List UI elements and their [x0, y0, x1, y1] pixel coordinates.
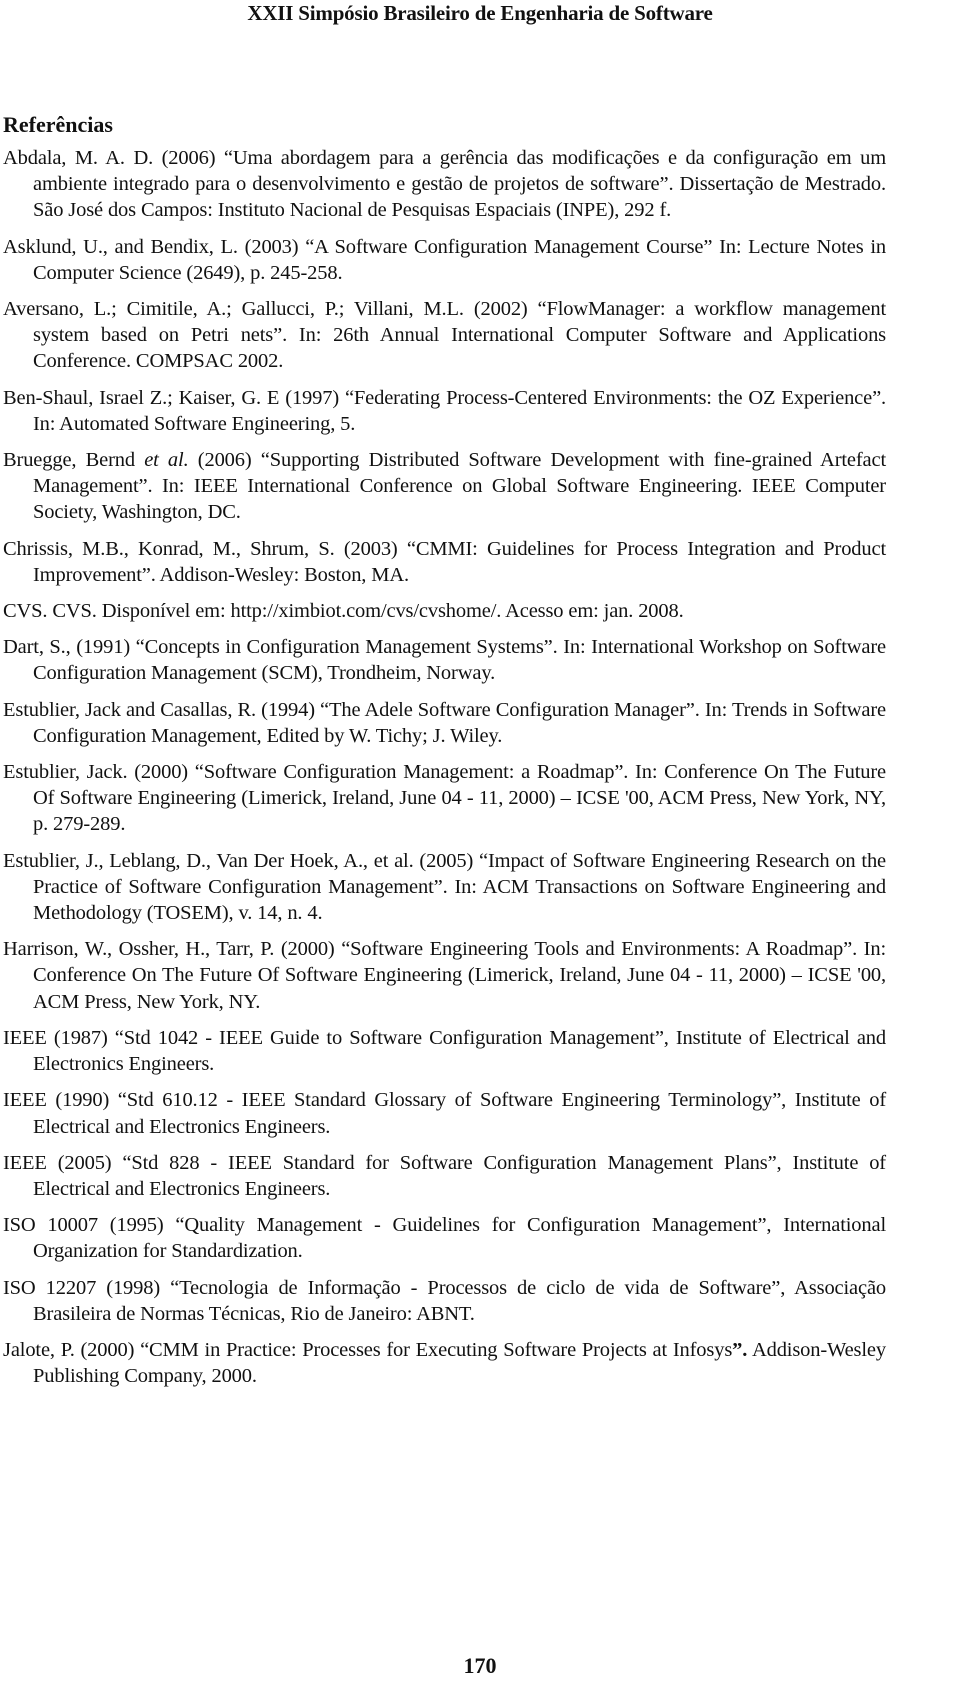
reference-jalote-2000: Jalote, P. (2000) “CMM in Practice: Proc… — [3, 1337, 886, 1389]
reference-estublier-2005: Estublier, J., Leblang, D., Van Der Hoek… — [3, 849, 886, 925]
reference-ieee-2005: IEEE (2005) “Std 828 - IEEE Standard for… — [3, 1151, 886, 1200]
reference-list: Abdala, M. A. D. (2006) “Uma abordagem p… — [3, 145, 886, 1399]
reference-asklund-2003: Asklund, U., and Bendix, L. (2003) “A So… — [3, 235, 886, 284]
reference-chrissis-2003: Chrissis, M.B., Konrad, M., Shrum, S. (2… — [3, 537, 886, 586]
section-title: Referências — [3, 112, 113, 137]
reference-aversano-2002: Aversano, L.; Cimitile, A.; Gallucci, P.… — [3, 298, 886, 373]
reference-estublier-casallas-1994: Estublier, Jack and Casallas, R. (1994) … — [3, 698, 886, 747]
reference-estublier-2000: Estublier, Jack. (2000) “Software Config… — [3, 761, 886, 836]
reference-bruegge-2006: Bruegge, Bernd et al. (2006) “Supporting… — [3, 447, 886, 526]
reference-ieee-1990: IEEE (1990) “Std 610.12 - IEEE Standard … — [3, 1089, 886, 1138]
reference-text: Jalote, P. (2000) “CMM in Practice: Proc… — [3, 1338, 733, 1361]
reference-abdala-2006: Abdala, M. A. D. (2006) “Uma abordagem p… — [3, 147, 886, 222]
reference-iso-10007-1995: ISO 10007 (1995) “Quality Management - G… — [3, 1214, 886, 1263]
reference-cvs: CVS. CVS. Disponível em: http://ximbiot.… — [3, 600, 684, 623]
reference-dart-1991: Dart, S., (1991) “Concepts in Configurat… — [3, 636, 886, 685]
running-header: XXII Simpósio Brasileiro de Engenharia d… — [247, 1, 713, 25]
reference-ben-shaul-1997: Ben-Shaul, Israel Z.; Kaiser, G. E (1997… — [3, 386, 886, 435]
reference-harrison-2000: Harrison, W., Ossher, H., Tarr, P. (2000… — [3, 938, 886, 1013]
et-al-italic: et al. — [144, 449, 189, 472]
reference-text: Bruegge, Bernd — [3, 449, 145, 472]
page-number: 170 — [463, 1653, 497, 1678]
reference-iso-12207-1998: ISO 12207 (1998) “Tecnologia de Informaç… — [3, 1276, 886, 1325]
bold-closing-quote: ”. — [732, 1338, 748, 1361]
reference-ieee-1987: IEEE (1987) “Std 1042 - IEEE Guide to So… — [3, 1026, 886, 1076]
